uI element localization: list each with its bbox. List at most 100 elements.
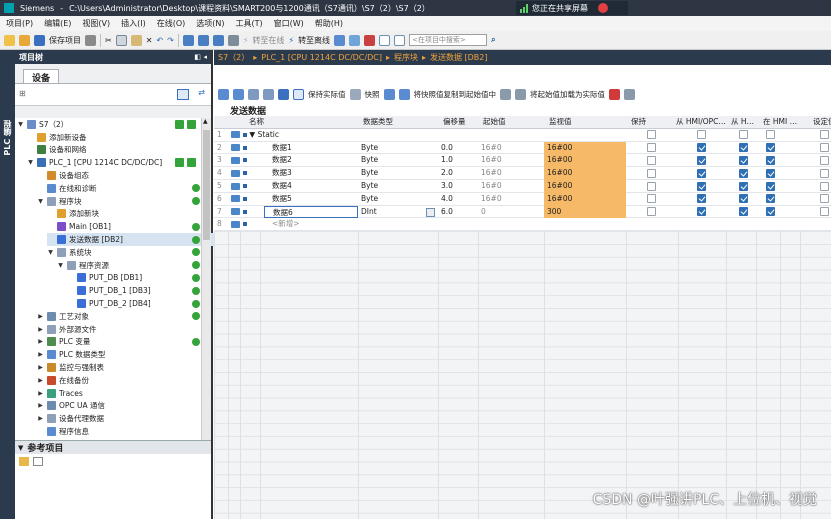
- retain-checkbox[interactable]: [644, 129, 666, 142]
- tree-item[interactable]: ▼ S7（2）: [17, 118, 187, 131]
- expand-arrow-icon[interactable]: ▼: [57, 262, 64, 269]
- variable-name[interactable]: 数据2: [264, 154, 358, 167]
- collapse-pane-icon[interactable]: ◧ ◂: [194, 53, 207, 61]
- stop-share-icon[interactable]: [598, 3, 608, 13]
- hmi-writable-checkbox[interactable]: [736, 129, 758, 142]
- redo-icon[interactable]: ↷: [167, 36, 174, 45]
- checkbox[interactable]: [647, 155, 656, 165]
- scroll-up-icon[interactable]: ▲: [203, 118, 208, 125]
- checkbox[interactable]: [739, 155, 748, 165]
- menu-item[interactable]: 视图(V): [82, 18, 110, 29]
- expand-arrow-icon[interactable]: ▼: [27, 159, 34, 166]
- tree-item[interactable]: ▶ 在线备份: [37, 374, 207, 387]
- column-header[interactable]: 从 H…: [728, 116, 760, 129]
- load-start-icon[interactable]: [500, 88, 511, 100]
- tree-item[interactable]: ▶ 外部源文件: [37, 323, 207, 336]
- breadcrumb-item[interactable]: PLC_1 [CPU 1214C DC/DC/DC]: [261, 53, 382, 62]
- copy-snapshot-all-icon[interactable]: [398, 88, 410, 100]
- column-header[interactable]: 设定值: [810, 116, 831, 129]
- retain-checkbox[interactable]: [644, 167, 666, 180]
- retain-checkbox[interactable]: [644, 206, 666, 219]
- save-icon[interactable]: [34, 34, 45, 46]
- variable-name[interactable]: 数据4: [264, 180, 358, 193]
- download-icon[interactable]: [197, 34, 209, 46]
- hmi-writable-checkbox[interactable]: [736, 180, 758, 193]
- go-offline-icon[interactable]: ⚡: [288, 36, 294, 45]
- column-header[interactable]: 起始值: [480, 116, 546, 129]
- breadcrumb-item[interactable]: S7（2）: [218, 52, 249, 63]
- paste-icon[interactable]: [130, 34, 142, 46]
- tree-item[interactable]: 设备组态: [37, 169, 207, 182]
- table-row[interactable]: 5 数据4 Byte 3.0 16#0 16#00: [214, 180, 831, 193]
- breadcrumb-item[interactable]: 发送数据 [DB2]: [430, 52, 488, 63]
- menu-item[interactable]: 窗口(W): [274, 18, 304, 29]
- checkbox[interactable]: [697, 181, 706, 191]
- hmi-writable-checkbox[interactable]: [736, 154, 758, 167]
- add-row-icon[interactable]: [233, 88, 244, 100]
- cut-icon[interactable]: ✂: [105, 36, 112, 45]
- menu-item[interactable]: 选项(N): [196, 18, 224, 29]
- data-type-cell[interactable]: Byte: [358, 167, 438, 180]
- menu-item[interactable]: 工具(T): [235, 18, 262, 29]
- menu-item[interactable]: 项目(P): [6, 18, 33, 29]
- column-header[interactable]: 偏移量: [440, 116, 480, 129]
- tree-item[interactable]: ▶ Traces: [37, 387, 207, 400]
- expand-arrow-icon[interactable]: ▶: [37, 377, 44, 384]
- column-header[interactable]: 保持: [628, 116, 673, 129]
- hmi-visible-checkbox[interactable]: [763, 142, 785, 155]
- keep-actual-values-button[interactable]: 保持实际值: [308, 89, 346, 100]
- start-value-cell[interactable]: 16#0: [478, 193, 544, 206]
- plc-programming-tab[interactable]: PLC 编程: [2, 120, 13, 156]
- device-overview-icon[interactable]: ⊞: [19, 89, 26, 98]
- variable-name[interactable]: 数据5: [264, 193, 358, 206]
- retain-checkbox[interactable]: [644, 142, 666, 155]
- checkbox[interactable]: [697, 194, 706, 204]
- data-type-cell[interactable]: Byte: [358, 180, 438, 193]
- copy-icon[interactable]: [115, 34, 127, 46]
- hmi-opc-checkbox[interactable]: [694, 180, 716, 193]
- checkbox[interactable]: [766, 194, 775, 204]
- checkbox[interactable]: [766, 143, 775, 153]
- checkbox[interactable]: [766, 168, 775, 178]
- save-project-button[interactable]: 保存项目: [49, 35, 81, 46]
- copy-snapshot-button[interactable]: 将快照值复制到起始值中: [414, 89, 497, 100]
- expand-arrow-icon[interactable]: ▼: [249, 130, 255, 139]
- start-value-cell[interactable]: 16#0: [478, 154, 544, 167]
- hmi-visible-checkbox[interactable]: [763, 180, 785, 193]
- setpoint-checkbox[interactable]: [817, 193, 831, 206]
- expand-arrow-icon[interactable]: ▶: [37, 326, 44, 333]
- tree-item[interactable]: ▶ 监控与强制表: [37, 361, 207, 374]
- close-reference-icon[interactable]: [33, 457, 43, 466]
- sort-icon[interactable]: ⇄: [198, 88, 205, 97]
- monitor-icon[interactable]: [349, 34, 361, 46]
- checkbox[interactable]: [697, 155, 706, 165]
- tree-item[interactable]: 设备和网络: [27, 144, 197, 157]
- checkbox[interactable]: [766, 207, 775, 217]
- checkbox[interactable]: [739, 168, 748, 178]
- checkbox[interactable]: [739, 130, 748, 140]
- column-header[interactable]: 在 HMI …: [760, 116, 810, 129]
- hmi-visible-checkbox[interactable]: [763, 167, 785, 180]
- table-row[interactable]: 2 数据1 Byte 0.0 16#0 16#00: [214, 141, 831, 155]
- checkbox[interactable]: [697, 143, 706, 153]
- delete-icon[interactable]: ✕: [146, 36, 153, 45]
- checkbox[interactable]: [739, 207, 748, 217]
- hmi-opc-checkbox[interactable]: [694, 167, 716, 180]
- collapse-icon[interactable]: ▼: [18, 444, 23, 452]
- hmi-opc-checkbox[interactable]: [694, 206, 716, 219]
- new-project-icon[interactable]: [4, 34, 15, 46]
- simulation-icon[interactable]: [227, 34, 239, 46]
- go-online-button[interactable]: 转至在线: [252, 35, 284, 46]
- expand-arrow-icon[interactable]: ▶: [37, 402, 44, 409]
- collapse-all-icon[interactable]: [263, 88, 274, 100]
- setpoint-checkbox[interactable]: [817, 167, 831, 180]
- split-vertical-icon[interactable]: [394, 34, 406, 46]
- devices-tab[interactable]: 设备: [23, 69, 59, 84]
- tree-item[interactable]: ▶ PLC 数据类型: [37, 348, 207, 361]
- table-row[interactable]: 6 数据5 Byte 4.0 16#0 16#00: [214, 192, 831, 206]
- project-search-input[interactable]: <在项目中搜索>: [409, 34, 488, 46]
- column-header[interactable]: 监视值: [546, 116, 628, 129]
- snapshot-icon[interactable]: [349, 88, 361, 100]
- checkbox[interactable]: [820, 130, 829, 140]
- menu-item[interactable]: 编辑(E): [44, 18, 71, 29]
